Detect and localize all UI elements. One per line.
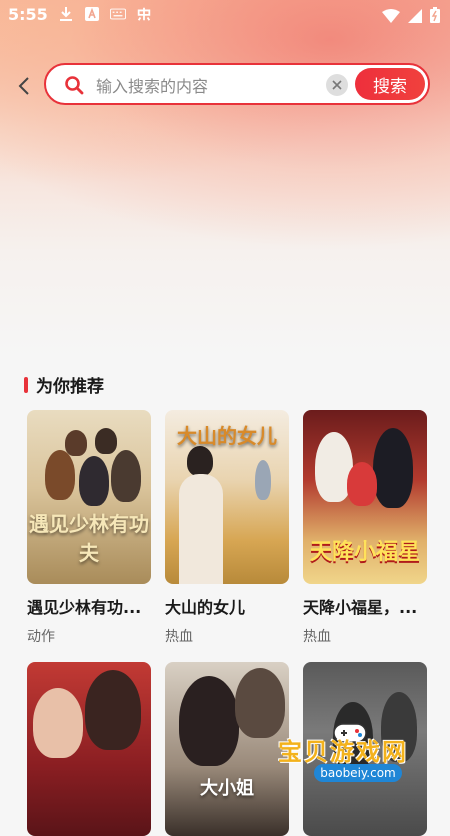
drama-poster[interactable]: 大小姐 [165, 662, 289, 836]
drama-card[interactable]: 遇见少林有功夫 遇见少林有功... 动作 [27, 410, 151, 646]
app-icon [136, 6, 152, 22]
poster-title-art: 遇见少林有功夫 [29, 512, 149, 565]
header-background [0, 0, 450, 360]
search-bar[interactable]: 搜索 [44, 63, 430, 105]
watermark-text: 宝贝游戏网 [278, 738, 408, 766]
keyboard-icon [110, 6, 126, 22]
status-time: 5:55 [8, 5, 48, 24]
search-icon [65, 76, 84, 95]
section-title: 为你推荐 [36, 377, 104, 397]
drama-tag: 热血 [303, 629, 331, 645]
signal-icon [408, 8, 422, 27]
poster-title-art: 大小姐 [200, 778, 254, 799]
search-button[interactable]: 搜索 [355, 68, 425, 100]
drama-poster[interactable] [27, 662, 151, 836]
watermark-url: baobeiy.com [314, 764, 402, 782]
battery-icon [430, 7, 440, 27]
clear-button[interactable] [326, 74, 348, 96]
drama-title: 大山的女儿 [165, 598, 246, 617]
poster-title-art: 天降小福星 [309, 539, 420, 565]
section-accent-bar [24, 376, 28, 393]
drama-tag: 动作 [27, 629, 55, 645]
section-header: 为你推荐 [24, 372, 104, 397]
drama-tag: 热血 [165, 629, 193, 645]
drama-card[interactable]: 天降小福星 天降小福星，... 热血 [303, 410, 427, 646]
wifi-icon [382, 8, 400, 27]
search-input[interactable] [94, 73, 318, 99]
drama-poster[interactable]: 大山的女儿 [165, 410, 289, 584]
a-icon [84, 6, 100, 22]
chevron-left-icon [18, 77, 29, 95]
download-icon [58, 6, 74, 22]
back-button[interactable] [12, 74, 36, 98]
drama-title: 遇见少林有功... [27, 598, 142, 617]
drama-card[interactable]: 大小姐 [165, 662, 289, 836]
watermark-logo: 宝贝游戏网 baobeiy.com [272, 723, 432, 790]
drama-title: 天降小福星，... [303, 598, 418, 617]
poster-title-art: 大山的女儿 [177, 424, 277, 448]
status-bar: 5:55 [0, 0, 450, 32]
close-icon [332, 80, 342, 90]
drama-card[interactable] [27, 662, 151, 836]
drama-poster[interactable]: 天降小福星 [303, 410, 427, 584]
drama-card[interactable]: 大山的女儿 大山的女儿 热血 [165, 410, 289, 646]
drama-poster[interactable]: 遇见少林有功夫 [27, 410, 151, 584]
